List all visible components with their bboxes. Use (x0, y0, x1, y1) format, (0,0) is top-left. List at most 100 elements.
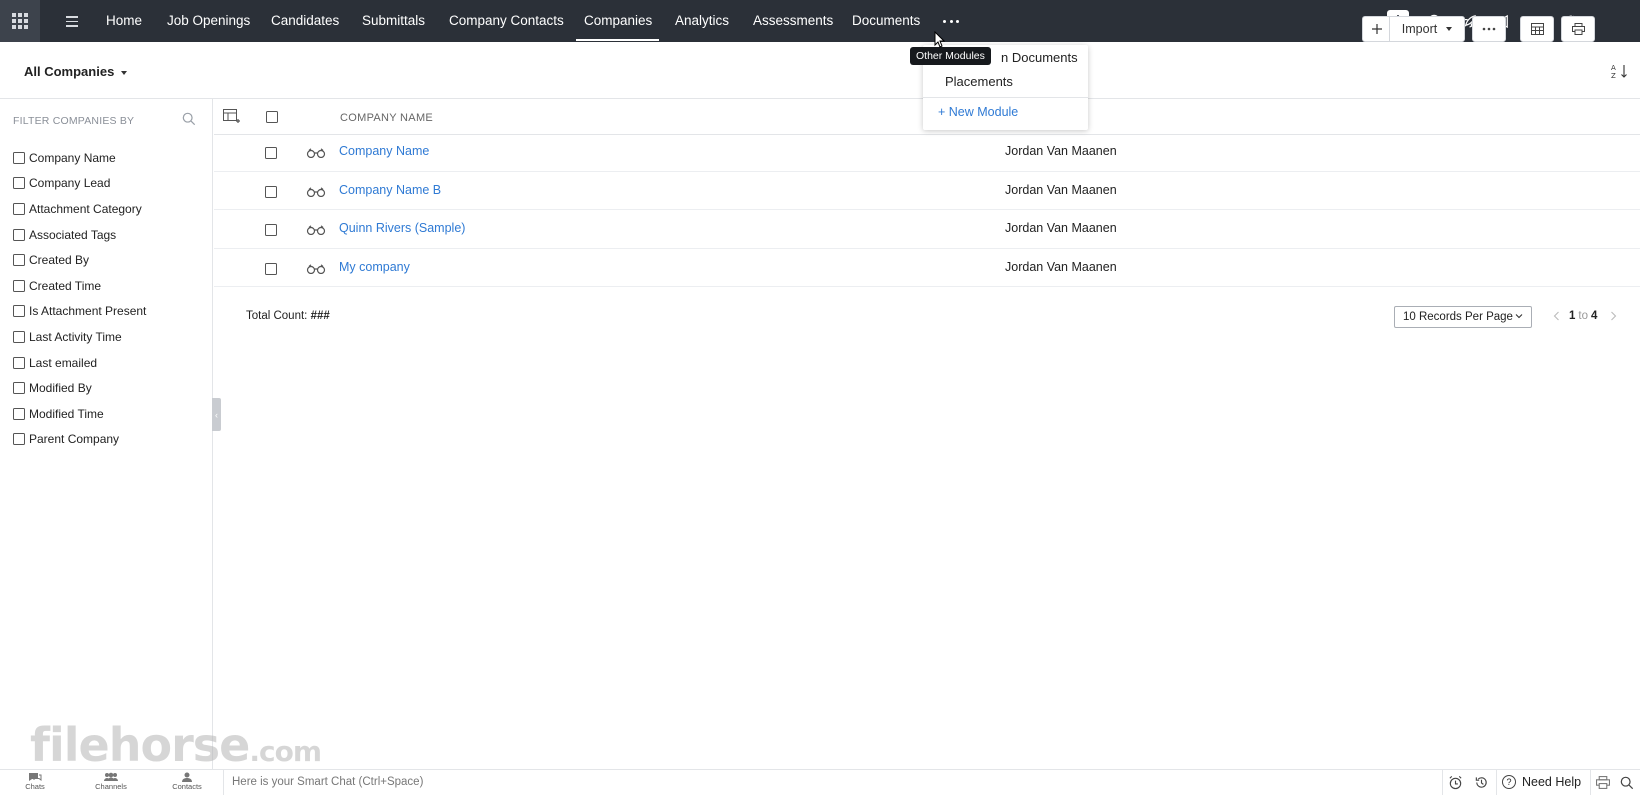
filter-search-icon[interactable] (182, 112, 196, 129)
nav-item-submittals[interactable]: Submittals (362, 0, 425, 42)
filter-checkbox[interactable] (13, 305, 25, 318)
company-name-link[interactable]: My company (339, 260, 410, 274)
import-button-label: Import (1401, 22, 1438, 36)
more-modules-icon[interactable] (943, 20, 959, 24)
view-toggle-button[interactable] (1520, 16, 1554, 42)
print-button[interactable] (1561, 16, 1595, 42)
alarm-clock-icon[interactable] (1448, 774, 1463, 791)
company-owner: Jordan Van Maanen (1005, 259, 1117, 274)
sidebar-collapse-handle[interactable]: ‹ (212, 398, 221, 431)
need-help-button[interactable]: ? Need Help (1502, 775, 1581, 789)
nav-item-candidates[interactable]: Candidates (271, 0, 339, 42)
filter-last-emailed[interactable]: Last emailed (13, 350, 146, 376)
sort-az-icon[interactable]: AZ (1610, 61, 1630, 81)
column-customize-icon[interactable] (223, 109, 241, 127)
filter-checkbox[interactable] (13, 433, 25, 446)
quick-view-binoculars-icon[interactable] (306, 223, 326, 238)
filter-created-time[interactable]: Created Time (13, 273, 146, 299)
history-icon[interactable] (1474, 774, 1489, 791)
table-row[interactable]: Company Name B Jordan Van Maanen (214, 172, 1640, 210)
page-from: 1 (1569, 310, 1576, 322)
filter-last-activity-time[interactable]: Last Activity Time (13, 324, 146, 350)
filter-modified-time[interactable]: Modified Time (13, 401, 146, 427)
filter-modified-by[interactable]: Modified By (13, 375, 146, 401)
company-name-link[interactable]: Company Name B (339, 183, 441, 197)
filter-checkbox[interactable] (13, 330, 25, 343)
filter-checkbox[interactable] (13, 177, 25, 190)
filter-checkbox[interactable] (13, 407, 25, 420)
filter-label: Company Lead (29, 176, 111, 191)
filter-company-name[interactable]: Company Name (13, 145, 146, 171)
menu-item-documents[interactable]: n Documents (1001, 50, 1078, 65)
quick-view-binoculars-icon[interactable] (306, 146, 326, 161)
filter-is-attachment-present[interactable]: Is Attachment Present (13, 299, 146, 325)
row-checkbox[interactable] (265, 147, 277, 159)
column-header-company-name[interactable]: COMPANY NAME (340, 112, 433, 124)
more-actions-button[interactable] (1472, 16, 1506, 42)
records-per-page-select[interactable]: 10 Records Per Page (1394, 306, 1532, 328)
filter-created-by[interactable]: Created By (13, 247, 146, 273)
filter-checkbox[interactable] (13, 228, 25, 241)
filter-parent-company[interactable]: Parent Company (13, 427, 146, 453)
bottom-divider (1496, 770, 1497, 795)
bottom-chat-bar: Chats Channels Contacts Here is your Sma… (0, 769, 1640, 795)
company-owner: Jordan Van Maanen (1005, 144, 1117, 158)
filter-checkbox[interactable] (13, 356, 25, 369)
chats-button[interactable]: Chats (15, 772, 55, 791)
filter-heading: FILTER COMPANIES BY (13, 115, 135, 127)
import-button[interactable]: Import (1389, 16, 1465, 42)
nav-item-home[interactable]: Home (106, 0, 142, 42)
app-grid-icon[interactable] (0, 0, 40, 42)
new-module-link[interactable]: + New Module (938, 105, 1018, 119)
hamburger-menu-icon[interactable] (66, 16, 78, 30)
filter-label: Attachment Category (29, 201, 142, 216)
nav-item-job-openings[interactable]: Job Openings (167, 0, 250, 42)
company-name-link[interactable]: Company Name (339, 144, 429, 158)
other-modules-tooltip: Other Modules (910, 47, 991, 65)
smart-chat-input[interactable]: Here is your Smart Chat (Ctrl+Space) (232, 776, 423, 788)
filter-company-lead[interactable]: Company Lead (13, 171, 146, 197)
nav-item-documents[interactable]: Documents (852, 0, 920, 42)
filter-checkbox[interactable] (13, 151, 25, 164)
quick-view-binoculars-icon[interactable] (306, 185, 326, 200)
select-all-checkbox[interactable] (266, 111, 278, 123)
table-row[interactable]: Company Name Jordan Van Maanen (214, 133, 1640, 172)
filter-label: Company Name (29, 150, 116, 165)
svg-text:A: A (1611, 64, 1616, 72)
filter-sidebar: FILTER COMPANIES BY Company Name Company… (0, 99, 213, 769)
bottom-divider (1590, 770, 1591, 795)
filter-checkbox[interactable] (13, 202, 25, 215)
filter-label: Modified By (29, 381, 92, 396)
channels-button[interactable]: Channels (91, 772, 131, 791)
row-checkbox[interactable] (265, 224, 277, 236)
view-selector[interactable]: All Companies (24, 64, 128, 79)
filter-checkbox[interactable] (13, 279, 25, 292)
row-checkbox[interactable] (265, 185, 277, 198)
nav-item-analytics[interactable]: Analytics (675, 0, 729, 42)
table-row[interactable]: Quinn Rivers (Sample) Jordan Van Maanen (214, 210, 1640, 249)
view-selector-label: All Companies (24, 64, 115, 79)
records-per-page-value: 10 Records Per Page (1403, 311, 1513, 323)
row-checkbox[interactable] (265, 262, 277, 275)
create-company-button[interactable] (1362, 16, 1390, 42)
search-icon[interactable] (1620, 774, 1634, 791)
nav-item-assessments[interactable]: Assessments (753, 0, 833, 42)
next-page-icon[interactable] (1609, 311, 1617, 321)
printer-icon[interactable] (1596, 774, 1610, 791)
quick-view-binoculars-icon[interactable] (306, 262, 326, 277)
prev-page-icon[interactable] (1553, 311, 1561, 321)
filter-label: Last emailed (29, 355, 98, 370)
nav-item-companies[interactable]: Companies (575, 0, 660, 42)
table-row[interactable]: My company Jordan Van Maanen (214, 249, 1640, 287)
menu-divider (923, 97, 1088, 98)
channels-group-icon (104, 772, 118, 781)
filter-checkbox[interactable] (13, 254, 25, 267)
chevron-left-icon: ‹ (215, 409, 218, 420)
menu-item-placements[interactable]: Placements (945, 74, 1013, 89)
company-name-link[interactable]: Quinn Rivers (Sample) (339, 221, 465, 235)
filter-attachment-category[interactable]: Attachment Category (13, 196, 146, 222)
filter-checkbox[interactable] (13, 382, 25, 395)
nav-item-company-contacts[interactable]: Company Contacts (449, 0, 564, 42)
filter-associated-tags[interactable]: Associated Tags (13, 222, 146, 248)
contacts-button[interactable]: Contacts (167, 772, 207, 791)
